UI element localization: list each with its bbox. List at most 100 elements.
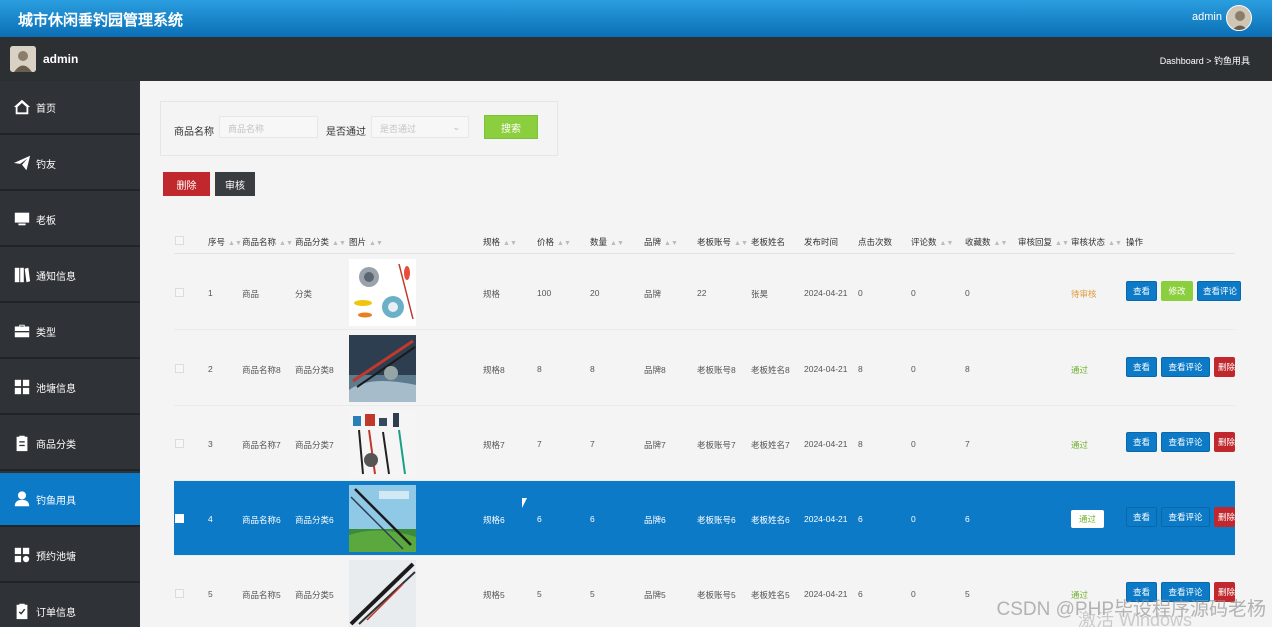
cell-comments: 0 (911, 439, 916, 449)
cell-price: 100 (537, 288, 552, 298)
status-badge: 待审核 (1071, 289, 1097, 299)
view-comments-button[interactable]: 查看评论 (1197, 281, 1241, 301)
view-button[interactable]: 查看 (1126, 507, 1157, 527)
sort-icon: ▲▼ (1055, 240, 1069, 247)
delete-button[interactable]: 删除 (1214, 432, 1235, 452)
briefcase-icon (13, 322, 31, 340)
cell-brand: 品牌5 (644, 590, 666, 600)
cell-price: 5 (537, 589, 542, 599)
windows-activation-watermark: 激活 Windows (1077, 610, 1192, 627)
cell-category: 商品分类6 (295, 515, 334, 525)
breadcrumb[interactable]: Dashboard > 钓鱼用具 (1160, 54, 1250, 67)
sidebar-item-notices[interactable]: 通知信息 (0, 249, 140, 303)
sidebar-item-label: 老板 (36, 215, 56, 227)
product-image[interactable] (349, 485, 416, 552)
cell-comments: 0 (911, 364, 916, 374)
product-name-input[interactable]: 商品名称 (219, 116, 318, 138)
header-avatar[interactable] (1226, 5, 1252, 31)
cell-owner-account: 22 (697, 288, 707, 298)
sub-header: admin Dashboard > 钓鱼用具 (0, 37, 1272, 81)
pass-status-select[interactable]: 是否通过 ⌄ (371, 116, 469, 138)
sidebar-item-ponds[interactable]: 池塘信息 (0, 361, 140, 415)
cell-name: 商品名称5 (242, 590, 281, 600)
table-header: 序号 ▲▼ 商品名称 ▲▼ 商品分类 ▲▼ 图片 ▲▼ 规格 ▲▼ 价格 ▲▼ 数量 ▲▼ 品… (174, 227, 1235, 254)
checklist-icon (13, 602, 31, 620)
cell-no: 5 (208, 589, 213, 599)
row-checkbox[interactable] (175, 439, 184, 448)
apps-icon (13, 546, 31, 564)
sort-icon: ▲▼ (332, 240, 346, 247)
row-checkbox[interactable] (175, 514, 184, 523)
sidebar-item-anglers[interactable]: 钓友 (0, 137, 140, 191)
view-button[interactable]: 查看 (1126, 432, 1157, 452)
cell-spec: 规格5 (483, 590, 505, 600)
col-header: 数量 ▲▼ (590, 237, 624, 247)
cell-category: 商品分类8 (295, 365, 334, 375)
cell-no: 3 (208, 439, 213, 449)
col-header: 品牌 ▲▼ (644, 237, 678, 247)
view-comments-button[interactable]: 查看评论 (1161, 357, 1210, 377)
cell-owner-account: 老板账号6 (697, 515, 736, 525)
row-checkbox[interactable] (175, 364, 184, 373)
batch-delete-button[interactable]: 删除 (163, 172, 210, 196)
view-button[interactable]: 查看 (1126, 357, 1157, 377)
product-image[interactable] (349, 410, 416, 477)
view-comments-button[interactable]: 查看评论 (1161, 432, 1210, 452)
cell-publish-time: 2024-04-21 (804, 439, 848, 449)
header-username[interactable]: admin (1192, 11, 1222, 23)
cell-comments: 0 (911, 288, 916, 298)
batch-audit-button[interactable]: 审核 (215, 172, 255, 196)
book-icon (13, 266, 31, 284)
status-badge: 通过 (1071, 510, 1105, 528)
col-header: 规格 ▲▼ (483, 237, 517, 247)
delete-button[interactable]: 删除 (1214, 357, 1235, 377)
cell-no: 4 (208, 514, 213, 524)
sidebar-item-fishing-gear[interactable]: 钓鱼用具 (0, 473, 140, 527)
product-image[interactable] (349, 259, 416, 326)
top-header: 城市休闲垂钓园管理系统 admin (0, 0, 1272, 37)
sidebar-item-categories[interactable]: 商品分类 (0, 417, 140, 471)
view-comments-button[interactable]: 查看评论 (1161, 507, 1210, 527)
sidebar-item-home[interactable]: 首页 (0, 81, 140, 135)
status-badge: 通过 (1071, 365, 1089, 375)
cell-no: 1 (208, 288, 213, 298)
sidebar-item-orders[interactable]: 订单信息 (0, 585, 140, 627)
table-row[interactable]: 3 商品名称7 商品分类7 规格7 7 7 品牌7 老板账号7 老板姓名7 20… (174, 406, 1235, 481)
status-badge: 通过 (1071, 440, 1089, 450)
col-header: 审核状态 ▲▼ (1071, 237, 1122, 247)
table-row[interactable]: 2 商品名称8 商品分类8 规格8 8 8 品牌8 老板账号8 老板姓名8 20… (174, 331, 1235, 406)
sidebar-username: admin (43, 52, 79, 66)
sidebar-item-reservations[interactable]: 预约池塘 (0, 529, 140, 583)
cell-clicks: 8 (858, 364, 863, 374)
product-image[interactable] (349, 560, 416, 627)
clipboard-icon (13, 434, 31, 452)
row-checkbox[interactable] (175, 589, 184, 598)
cell-owner-name: 老板姓名5 (751, 590, 790, 600)
col-header: 商品分类 ▲▼ (295, 237, 346, 247)
row-checkbox[interactable] (175, 288, 184, 297)
cell-favorites: 8 (965, 364, 970, 374)
table-row[interactable]: 4 商品名称6 商品分类6 规格6 6 6 品牌6 老板账号6 老板姓名6 20… (174, 481, 1235, 556)
product-image[interactable] (349, 335, 416, 402)
col-header: 操作 (1126, 237, 1144, 247)
cell-publish-time: 2024-04-21 (804, 589, 848, 599)
search-button[interactable]: 搜索 (484, 115, 538, 139)
delete-button[interactable]: 删除 (1214, 507, 1235, 527)
cell-quantity: 7 (590, 439, 595, 449)
sort-icon: ▲▼ (939, 240, 954, 247)
col-header: 老板账号 ▲▼ (697, 237, 748, 247)
cell-spec: 规格7 (483, 440, 505, 450)
col-header: 收藏数 ▲▼ (965, 237, 1008, 247)
sort-icon: ▲▼ (228, 240, 242, 247)
sidebar-item-owners[interactable]: 老板 (0, 193, 140, 247)
grid-icon (13, 378, 31, 396)
edit-button[interactable]: 修改 (1161, 281, 1193, 301)
view-button[interactable]: 查看 (1126, 281, 1157, 301)
table-row[interactable]: 1 商品 分类 规格 100 20 品牌 22 张昊 2024-04-21 0 … (174, 255, 1241, 330)
cell-publish-time: 2024-04-21 (804, 514, 848, 524)
select-all-checkbox[interactable] (175, 236, 184, 245)
chevron-down-icon: ⌄ (452, 122, 460, 132)
cell-brand: 品牌8 (644, 365, 666, 375)
sidebar-item-types[interactable]: 类型 (0, 305, 140, 359)
cell-owner-name: 张昊 (751, 289, 769, 299)
